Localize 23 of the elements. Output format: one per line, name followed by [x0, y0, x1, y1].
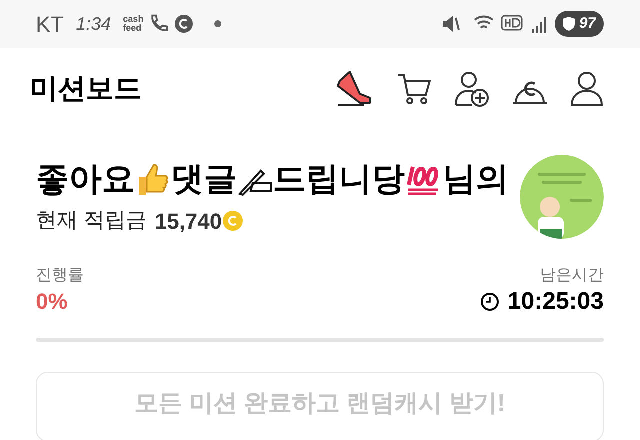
cart-icon[interactable]: [396, 71, 432, 107]
user-name-text: 드립니당: [273, 158, 405, 198]
app-notification-label: cash feed: [123, 15, 144, 33]
mute-icon: [441, 14, 462, 34]
status-time: 1:34: [76, 12, 112, 36]
user-name-text: 댓글: [171, 158, 237, 198]
signal-icon: [531, 15, 548, 33]
dot-icon: [214, 20, 222, 28]
battery-indicator: 97: [555, 11, 604, 37]
remaining-time-label: 남은시간: [540, 266, 604, 286]
clock-icon: [480, 292, 500, 312]
add-user-icon[interactable]: [454, 71, 490, 107]
carrier-name: KT: [36, 10, 64, 38]
balance-label: 현재 적립금: [36, 208, 147, 234]
progress-value: 0%: [36, 288, 69, 316]
progress-label: 진행률: [36, 266, 84, 286]
user-icon[interactable]: [570, 71, 604, 107]
hd-icon: [501, 15, 524, 33]
balance-amount: 15,740: [154, 208, 222, 236]
user-name-text: 좋아요: [36, 158, 135, 198]
user-name-text: 님의: [443, 158, 509, 198]
page-title: 미션보드: [30, 72, 143, 106]
remaining-time: 10:25:03: [508, 288, 604, 316]
